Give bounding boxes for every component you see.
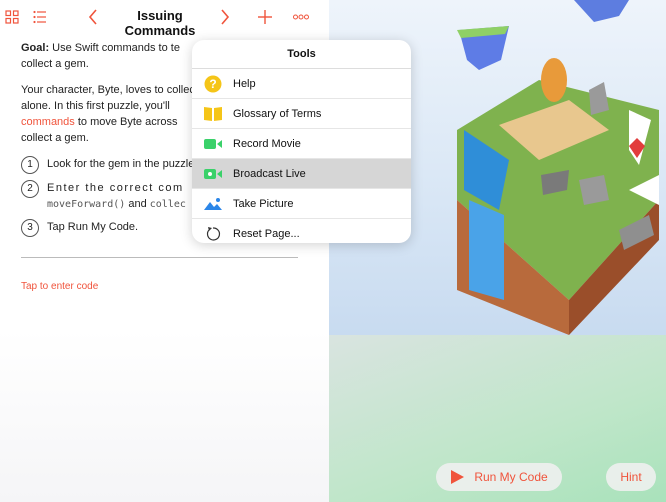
reset-icon — [203, 224, 223, 244]
menu-item-label: Reset Page... — [233, 227, 300, 240]
broadcast-icon — [203, 164, 223, 184]
book-icon — [203, 104, 223, 124]
goal-label: Goal: — [21, 42, 50, 54]
step-number: 3 — [21, 219, 39, 237]
intro-line-2: alone. In this first puzzle, you'll — [21, 100, 170, 112]
menu-item-label: Broadcast Live — [233, 167, 306, 180]
svg-text:?: ? — [209, 77, 216, 91]
hint-button[interactable]: Hint — [606, 463, 656, 491]
menu-item-take-picture[interactable]: Take Picture — [192, 189, 411, 219]
popover-title: Tools — [192, 40, 411, 69]
menu-item-label: Take Picture — [233, 197, 294, 210]
tools-popover: Tools ? Help Glossary of Terms Record Mo… — [192, 40, 411, 243]
video-camera-icon — [203, 134, 223, 154]
chevron-right-icon[interactable] — [219, 6, 231, 28]
question-icon: ? — [203, 74, 223, 94]
step-text: Tap Run My Code. — [47, 221, 139, 233]
intro-line-1: Your character, Byte, loves to collec — [21, 84, 195, 96]
page-title: Issuing Commands — [124, 8, 196, 38]
divider — [21, 257, 298, 258]
intro-line-3: to move Byte across — [74, 116, 178, 128]
tap-to-enter-code[interactable]: Tap to enter code — [21, 281, 98, 292]
code-move-forward: moveForward() — [47, 199, 126, 210]
goal-text-2: collect a gem. — [21, 58, 89, 70]
menu-item-broadcast-live[interactable]: Broadcast Live — [192, 159, 411, 189]
step-text: Enter the correct com moveForward() and … — [47, 180, 186, 213]
step-number: 1 — [21, 156, 39, 174]
plus-icon[interactable] — [257, 6, 273, 28]
run-my-code-label: Run My Code — [474, 470, 548, 484]
menu-item-label: Record Movie — [233, 137, 301, 150]
intro-line-4: collect a gem. — [21, 132, 89, 144]
more-icon[interactable] — [292, 6, 310, 28]
step-2-and: and — [125, 198, 150, 210]
list-icon[interactable] — [32, 6, 48, 28]
step-text: Look for the gem in the puzzle — [47, 158, 195, 170]
menu-item-glossary[interactable]: Glossary of Terms — [192, 99, 411, 129]
toolbar: Issuing Commands — [0, 0, 329, 38]
chevron-left-icon[interactable] — [87, 6, 99, 28]
hint-label: Hint — [620, 470, 642, 484]
grid-icon[interactable] — [4, 6, 20, 28]
menu-item-reset-page[interactable]: Reset Page... — [192, 219, 411, 243]
menu-item-record-movie[interactable]: Record Movie — [192, 129, 411, 159]
menu-item-label: Glossary of Terms — [233, 107, 322, 120]
picture-icon — [203, 194, 223, 214]
code-collect: collec — [149, 199, 186, 210]
goal-text: Use Swift commands to te — [49, 42, 180, 54]
play-icon — [450, 470, 465, 484]
run-my-code-button[interactable]: Run My Code — [436, 463, 562, 491]
menu-item-help[interactable]: ? Help — [192, 69, 411, 99]
step-number: 2 — [21, 180, 39, 198]
step-2-text: Enter the correct com — [47, 182, 184, 194]
menu-item-label: Help — [233, 77, 256, 90]
commands-link[interactable]: commands — [21, 116, 75, 128]
